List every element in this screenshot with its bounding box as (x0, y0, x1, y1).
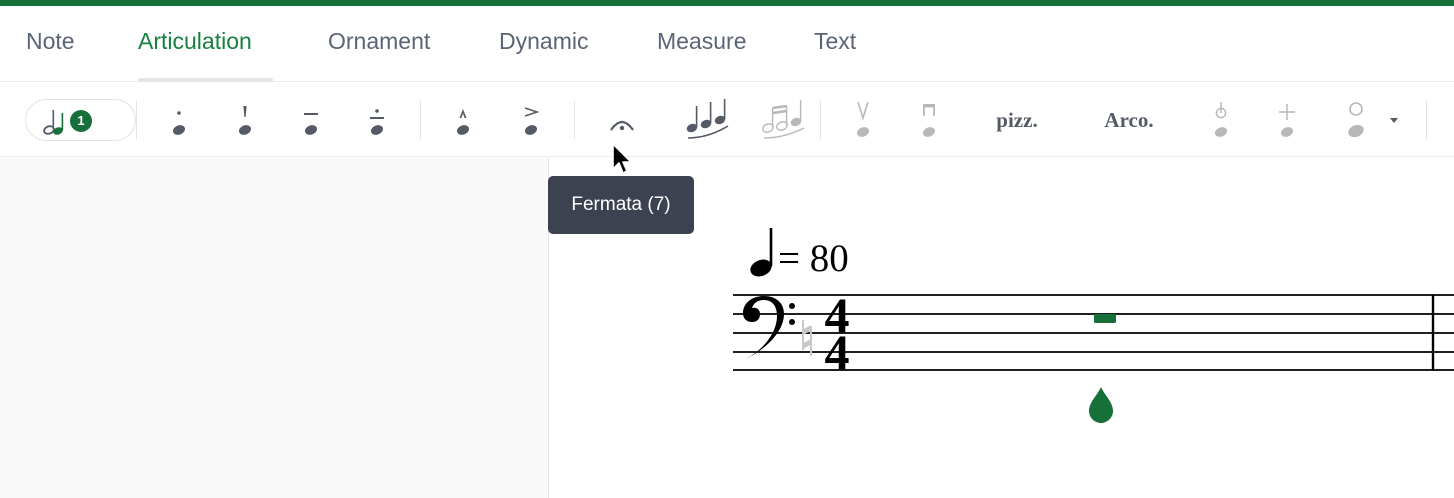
fermata-icon (610, 120, 634, 131)
toolbar-divider (574, 101, 575, 139)
staccatissimo-icon (238, 106, 252, 135)
selection-count-badge: 1 (70, 110, 92, 132)
time-signature-bottom: 4 (825, 324, 850, 380)
arco-button[interactable]: Arco. (1086, 91, 1172, 149)
tempo-value: = 80 (778, 237, 849, 280)
tenuto-staccato-icon (370, 109, 384, 135)
thumb-position-button[interactable] (1202, 91, 1240, 149)
tempo-note-icon (750, 228, 773, 277)
open-harmonic-button[interactable] (1336, 91, 1376, 149)
bass-clef-icon (743, 296, 795, 360)
staccato-button[interactable] (160, 91, 198, 149)
accent-button[interactable] (512, 91, 550, 149)
down-bow-button[interactable] (910, 91, 948, 149)
more-options-dropdown[interactable] (1384, 91, 1404, 149)
tenuto-button[interactable] (292, 91, 330, 149)
staccato-icon (172, 111, 186, 135)
active-tab-indicator (138, 78, 273, 82)
fermata-tooltip: Fermata (7) (548, 176, 694, 234)
fermata-button[interactable] (600, 91, 644, 149)
beamed-slur-button[interactable] (756, 91, 810, 149)
beamed-slur-icon (762, 100, 805, 139)
caret-down-icon (1390, 118, 1398, 123)
mouse-pointer-icon (612, 143, 632, 174)
side-panel (0, 158, 549, 498)
pizzicato-button[interactable]: pizz. (980, 91, 1054, 149)
slur-icon (686, 99, 729, 139)
tab-note[interactable]: Note (26, 28, 75, 60)
tenuto-staccato-button[interactable] (358, 91, 396, 149)
natural-sign-icon (801, 320, 813, 356)
slur-button[interactable] (680, 91, 734, 149)
tab-dynamic[interactable]: Dynamic (499, 28, 588, 60)
toolbar-divider (820, 101, 821, 139)
staccatissimo-button[interactable] (226, 91, 264, 149)
pizzicato-label: pizz. (996, 107, 1038, 132)
marcato-icon (456, 109, 470, 135)
half-quarter-note-icon (43, 110, 64, 135)
plus-icon (1279, 104, 1295, 137)
tenuto-icon (304, 113, 318, 135)
arco-label: Arco. (1104, 107, 1154, 132)
selected-notes-button[interactable]: 1 (25, 99, 136, 141)
whole-rest[interactable] (1094, 314, 1116, 323)
up-bow-icon (856, 101, 870, 137)
ribbon-tab-bar: Note Articulation Ornament Dynamic Measu… (0, 6, 1454, 82)
articulation-toolbar: 1 pizz. Arco. (0, 83, 1454, 157)
open-circle-icon (1348, 102, 1364, 138)
thumb-position-icon (1214, 102, 1228, 137)
toolbar-divider (1426, 101, 1427, 139)
input-cursor-marker[interactable] (1089, 387, 1113, 423)
stopped-button[interactable] (1268, 91, 1306, 149)
tab-measure[interactable]: Measure (657, 28, 746, 60)
tab-text[interactable]: Text (814, 28, 856, 60)
toolbar-divider (420, 101, 421, 139)
down-bow-icon (922, 104, 936, 137)
marcato-button[interactable] (444, 91, 482, 149)
up-bow-button[interactable] (844, 91, 882, 149)
tab-ornament[interactable]: Ornament (328, 28, 430, 60)
toolbar-divider (136, 101, 137, 139)
tab-articulation[interactable]: Articulation (138, 28, 252, 60)
accent-icon (524, 107, 540, 135)
